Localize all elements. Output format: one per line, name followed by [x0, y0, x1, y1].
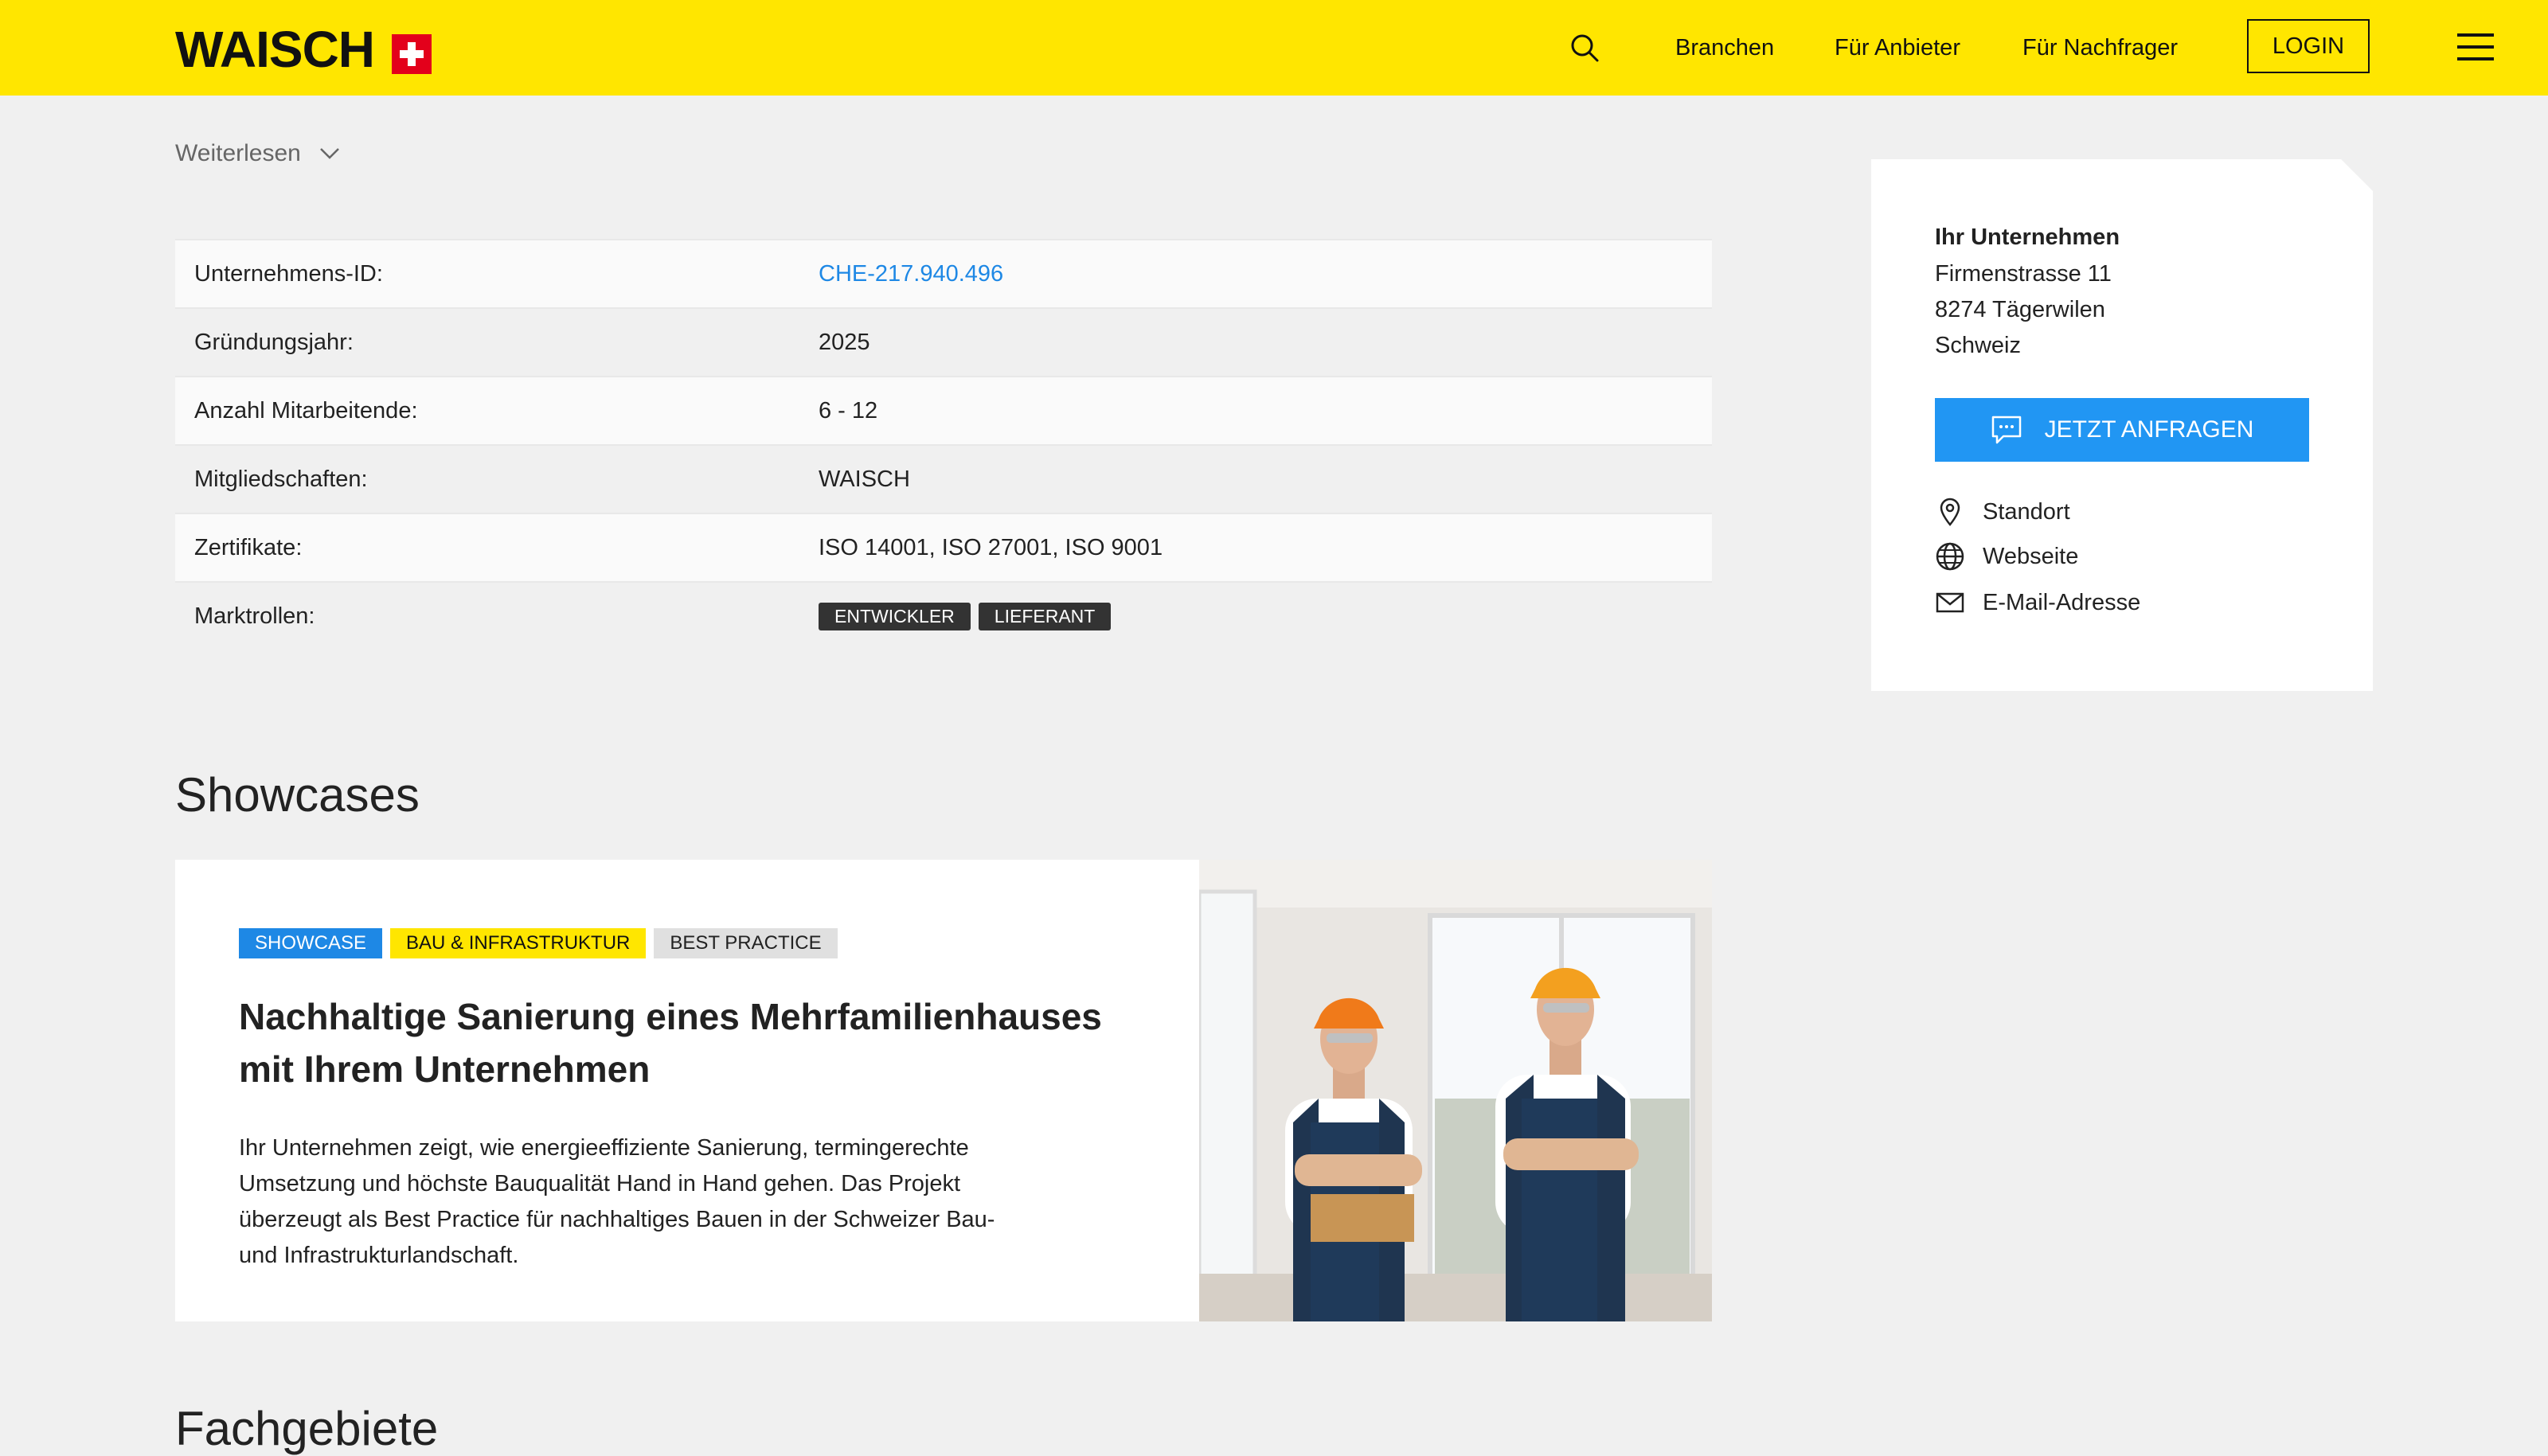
info-value: WAISCH — [819, 466, 910, 492]
read-more-toggle[interactable]: Weiterlesen — [175, 140, 341, 167]
company-name: Ihr Unternehmen — [1935, 224, 2120, 250]
request-now-label: JETZT ANFRAGEN — [2044, 416, 2254, 443]
read-more-label: Weiterlesen — [175, 140, 301, 166]
top-navigation-bar: WAISCH Branchen Für Anbieter Für Nachfra… — [0, 0, 2548, 96]
info-label: Mitgliedschaften: — [194, 466, 368, 492]
address-city: 8274 Tägerwilen — [1935, 297, 2105, 322]
email-link[interactable]: E-Mail-Adresse — [1935, 587, 2140, 618]
tag-best-practice: BEST PRACTICE — [654, 928, 838, 958]
showcase-text: SHOWCASE BAU & INFRASTRUKTUR BEST PRACTI… — [175, 860, 1199, 1321]
showcase-description: Ihr Unternehmen zeigt, wie energieeffizi… — [239, 1135, 995, 1268]
table-row: Mitgliedschaften: WAISCH — [175, 444, 1712, 513]
chat-bubble-icon — [1991, 416, 2021, 444]
website-link[interactable]: Webseite — [1935, 541, 2078, 572]
construction-workers-image — [1199, 860, 1712, 1321]
website-link-label: Webseite — [1983, 543, 2079, 569]
request-now-button[interactable]: JETZT ANFRAGEN — [1935, 398, 2309, 462]
globe-icon — [1936, 542, 1964, 571]
company-id-link[interactable]: CHE-217.940.496 — [819, 261, 1003, 287]
location-link[interactable]: Standort — [1935, 497, 2070, 527]
swiss-flag-icon — [392, 34, 432, 74]
market-role-tags: ENTWICKLER LIEFERANT — [819, 602, 1119, 630]
location-pin-icon — [1940, 498, 1960, 526]
table-row: Marktrollen: ENTWICKLER LIEFERANT — [175, 581, 1712, 650]
info-label: Zertifikate: — [194, 534, 303, 560]
showcase-title[interactable]: Nachhaltige Sanierung eines Mehrfamilien… — [239, 990, 1115, 1095]
mail-icon — [1936, 592, 1964, 613]
table-row: Anzahl Mitarbeitende: 6 - 12 — [175, 376, 1712, 444]
info-label: Marktrollen: — [194, 603, 315, 629]
address-street: Firmenstrasse 11 — [1935, 261, 2112, 287]
tag-industry: BAU & INFRASTRUKTUR — [390, 928, 647, 958]
nav-link-fuer-anbieter[interactable]: Für Anbieter — [1835, 32, 1960, 64]
company-contact-card: Ihr Unternehmen Firmenstrasse 11 8274 Tä… — [1871, 159, 2373, 691]
table-row: Zertifikate: ISO 14001, ISO 27001, ISO 9… — [175, 513, 1712, 581]
company-info-table: Unternehmens-ID: CHE-217.940.496 Gründun… — [175, 239, 1712, 650]
table-row: Gründungsjahr: 2025 — [175, 307, 1712, 376]
login-button[interactable]: LOGIN — [2247, 19, 2370, 73]
waisch-logo[interactable]: WAISCH — [175, 18, 432, 81]
info-value: 6 - 12 — [819, 397, 878, 424]
info-label: Unternehmens-ID: — [194, 260, 383, 287]
market-role-tag: LIEFERANT — [978, 602, 1112, 630]
email-link-label: E-Mail-Adresse — [1983, 589, 2141, 615]
fachgebiete-heading: Fachgebiete — [175, 1402, 439, 1455]
chevron-down-icon — [319, 148, 339, 159]
info-value: 2025 — [819, 329, 870, 355]
showcases-heading: Showcases — [175, 768, 420, 822]
tag-showcase: SHOWCASE — [239, 928, 383, 958]
hamburger-menu-icon[interactable] — [2457, 33, 2494, 61]
info-label: Anzahl Mitarbeitende: — [194, 397, 418, 424]
showcase-card[interactable]: SHOWCASE BAU & INFRASTRUKTUR BEST PRACTI… — [175, 860, 1712, 1321]
table-row: Unternehmens-ID: CHE-217.940.496 — [175, 239, 1712, 307]
search-icon[interactable] — [1569, 32, 1600, 64]
address-country: Schweiz — [1935, 333, 2021, 358]
showcase-tags: SHOWCASE BAU & INFRASTRUKTUR BEST PRACTI… — [239, 928, 846, 958]
market-role-tag: ENTWICKLER — [819, 602, 971, 630]
info-label: Gründungsjahr: — [194, 329, 354, 355]
nav-link-branchen[interactable]: Branchen — [1675, 32, 1774, 64]
nav-link-fuer-nachfrager[interactable]: Für Nachfrager — [2022, 32, 2178, 64]
logo-wordmark: WAISCH — [175, 21, 375, 78]
info-value: ISO 14001, ISO 27001, ISO 9001 — [819, 534, 1163, 560]
location-link-label: Standort — [1983, 498, 2070, 525]
